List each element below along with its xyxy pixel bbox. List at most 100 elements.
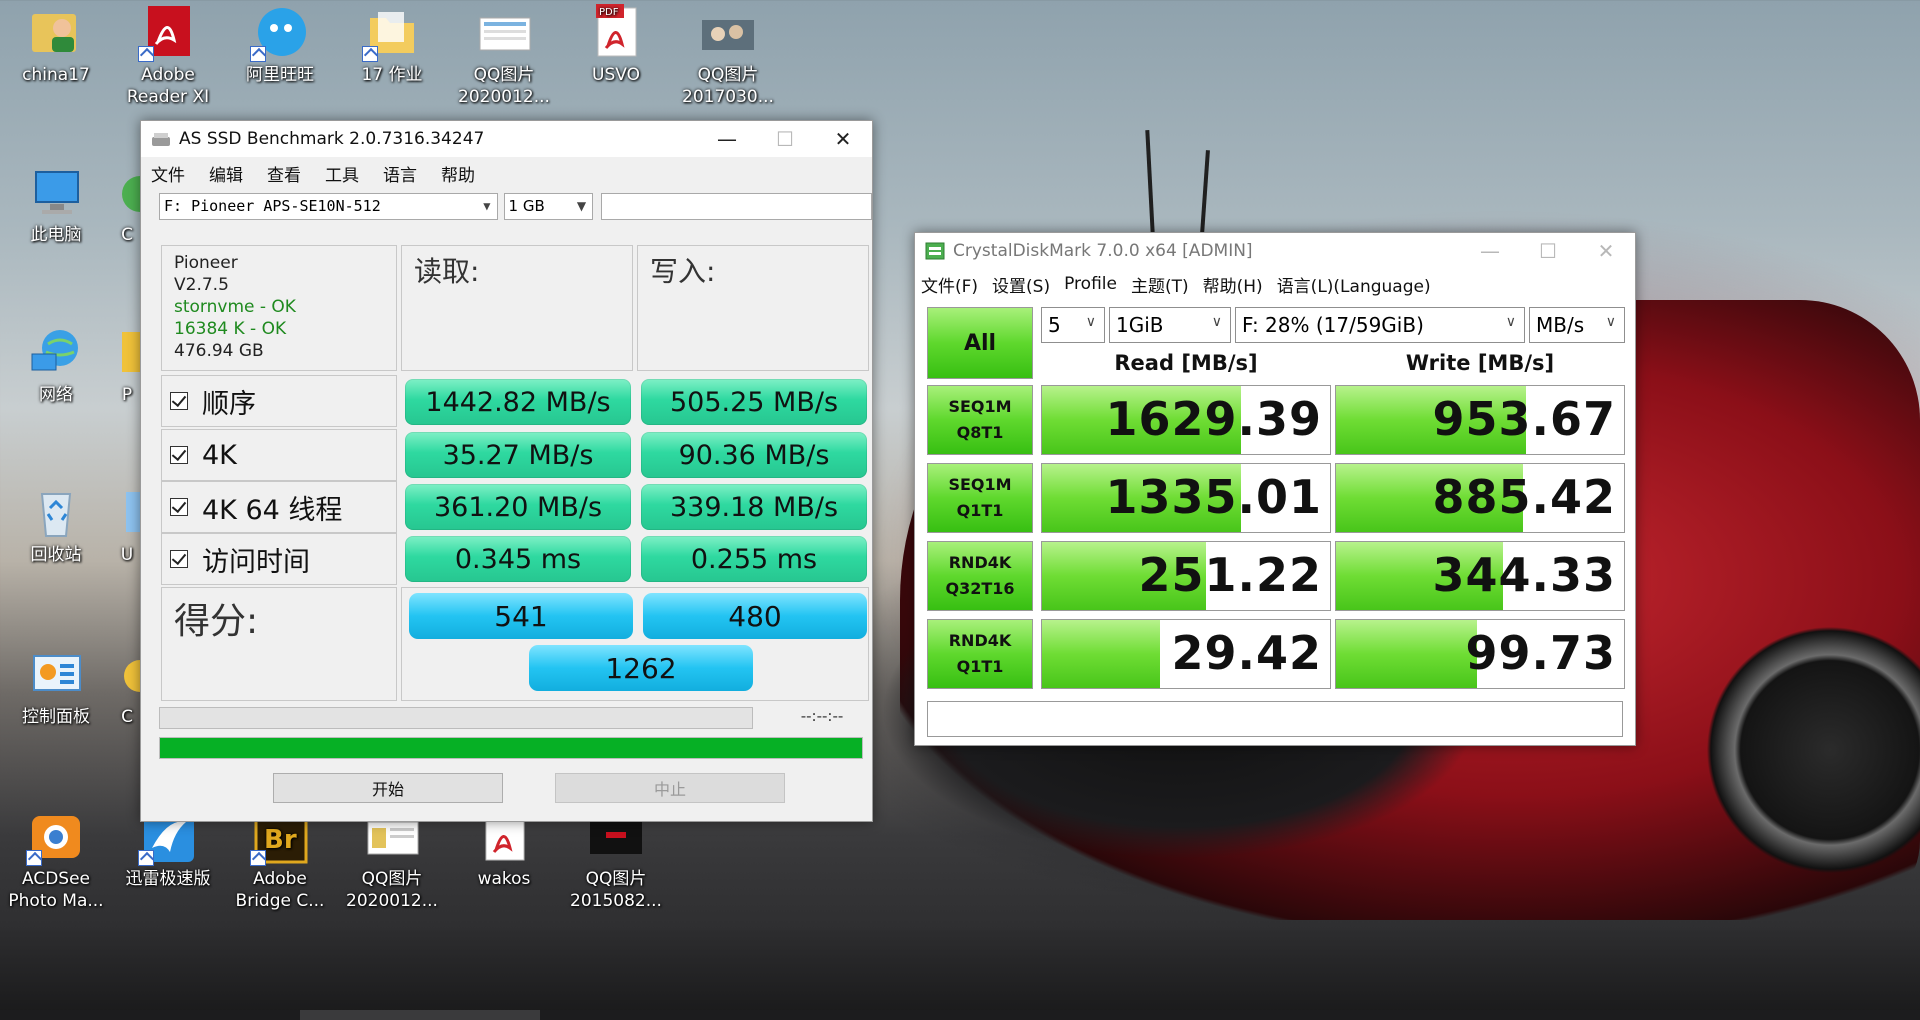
desktop-icon-adobe-reader[interactable]: Adobe Reader XI xyxy=(120,4,216,108)
close-button[interactable]: ✕ xyxy=(814,121,872,157)
write-score: 480 xyxy=(643,593,867,639)
wallpaper-road xyxy=(0,930,1920,1020)
desktop-icon-control-panel[interactable]: 控制面板 xyxy=(8,646,104,728)
menu-theme[interactable]: 主题(T) xyxy=(1131,272,1189,297)
read-column-header: Read [MB/s] xyxy=(1114,351,1258,375)
start-button[interactable]: 开始 xyxy=(273,773,503,803)
write-result-cell: 344.33 xyxy=(1335,541,1625,611)
desktop-icon-this-pc[interactable]: 此电脑 xyxy=(8,164,104,246)
all-button[interactable]: All xyxy=(927,307,1033,379)
menu-settings[interactable]: 设置(S) xyxy=(992,272,1050,297)
read-result-value: 251.22 xyxy=(1138,548,1322,602)
write-result-value: 344.33 xyxy=(1432,548,1616,602)
maximize-button[interactable]: ☐ xyxy=(1519,233,1577,269)
desktop-icon-aliwangwang[interactable]: 阿里旺旺 xyxy=(232,4,328,86)
read-score: 541 xyxy=(409,593,633,639)
unit-select[interactable]: MB/s ∨ xyxy=(1529,307,1625,343)
desktop-icon-adobe-bridge[interactable]: Br Adobe Bridge C... xyxy=(232,808,328,912)
menu-view[interactable]: 查看 xyxy=(267,161,301,186)
test-label-line2: Q1T1 xyxy=(956,657,1004,676)
close-button[interactable]: ✕ xyxy=(1577,233,1635,269)
checkbox-checked-icon[interactable] xyxy=(170,392,188,410)
desktop-icon-partial[interactable]: C xyxy=(112,646,142,728)
recycle-bin-icon xyxy=(28,484,84,540)
write-result-bar xyxy=(1336,620,1478,688)
chevron-down-icon: ▼ xyxy=(576,198,587,213)
test-button-2[interactable]: RND4K Q32T16 xyxy=(927,541,1033,611)
desktop-icon-usvo[interactable]: PDF USVO xyxy=(568,4,664,86)
4k-write-value: 90.36 MB/s xyxy=(641,432,867,478)
minimize-button[interactable]: — xyxy=(698,121,756,157)
menu-profile[interactable]: Profile xyxy=(1064,274,1117,294)
4k64-write-value: 339.18 MB/s xyxy=(641,484,867,530)
desktop-icon-network[interactable]: 网络 xyxy=(8,324,104,406)
row-seq[interactable]: 顺序 xyxy=(161,375,397,427)
maximize-button[interactable]: ☐ xyxy=(756,121,814,157)
write-result-cell: 99.73 xyxy=(1335,619,1625,689)
access-read-value: 0.345 ms xyxy=(405,536,631,582)
test-label-line1: RND4K xyxy=(948,631,1012,650)
taskbar xyxy=(0,1010,1920,1020)
menu-help[interactable]: 帮助 xyxy=(441,161,475,186)
read-result-value: 1629.39 xyxy=(1105,392,1322,446)
desktop-icon-qq-image-3[interactable]: QQ图片 2020012... xyxy=(344,808,440,912)
test-label-line1: RND4K xyxy=(948,553,1012,572)
comment-field[interactable] xyxy=(927,701,1623,737)
test-label-line2: Q8T1 xyxy=(956,423,1004,442)
seq-read-value: 1442.82 MB/s xyxy=(405,379,631,425)
menu-language[interactable]: 语言(L)(Language) xyxy=(1277,272,1431,297)
as-ssd-titlebar[interactable]: AS SSD Benchmark 2.0.7316.34247 — ☐ ✕ xyxy=(141,121,872,157)
desktop-icon-partial[interactable]: C xyxy=(112,164,142,246)
user-folder-icon xyxy=(28,4,84,60)
drive-select[interactable]: F: Pioneer APS-SE10N-512 ▼ xyxy=(159,192,498,220)
comment-field[interactable] xyxy=(601,192,872,220)
checkbox-checked-icon[interactable] xyxy=(170,550,188,568)
checkbox-checked-icon[interactable] xyxy=(170,498,188,516)
checkbox-checked-icon[interactable] xyxy=(170,446,188,464)
as-ssd-title: AS SSD Benchmark 2.0.7316.34247 xyxy=(179,129,485,149)
test-button-3[interactable]: RND4K Q1T1 xyxy=(927,619,1033,689)
image-thumbnail-icon xyxy=(476,4,532,60)
row-access-time[interactable]: 访问时间 xyxy=(161,533,397,585)
desktop-icon-qq-image-4[interactable]: QQ图片 2015082... xyxy=(568,808,664,912)
count-select[interactable]: 5 ∨ xyxy=(1041,307,1105,343)
row-4k[interactable]: 4K xyxy=(161,429,397,481)
desktop-icon-qq-image-2[interactable]: QQ图片 2017030... xyxy=(680,4,776,108)
menu-tools[interactable]: 工具 xyxy=(325,161,359,186)
photo-thumbnail-icon xyxy=(700,4,756,60)
row-4k64[interactable]: 4K 64 线程 xyxy=(161,481,397,533)
desktop-icon-17-homework[interactable]: 17 作业 xyxy=(344,4,440,86)
menu-help[interactable]: 帮助(H) xyxy=(1203,272,1263,297)
device-name: Pioneer xyxy=(174,253,238,273)
cdm-titlebar[interactable]: CrystalDiskMark 7.0.0 x64 [ADMIN] — ☐ ✕ xyxy=(915,233,1635,269)
desktop-icon-recycle-bin[interactable]: 回收站 xyxy=(8,484,104,566)
menu-file[interactable]: 文件 xyxy=(151,161,185,186)
computer-icon xyxy=(28,164,84,220)
drive-select[interactable]: F: 28% (17/59GiB) ∨ xyxy=(1235,307,1525,343)
test-label-line2: Q1T1 xyxy=(956,501,1004,520)
taskbar-active-item[interactable] xyxy=(300,1010,540,1020)
as-ssd-selectors: F: Pioneer APS-SE10N-512 ▼ 1 GB ▼ xyxy=(141,189,872,223)
desktop-icon-partial[interactable]: P xyxy=(112,324,142,406)
pdf-file-icon: PDF xyxy=(588,4,644,60)
menu-edit[interactable]: 编辑 xyxy=(209,161,243,186)
size-select[interactable]: 1 GB ▼ xyxy=(503,192,594,220)
desktop-icon-partial[interactable]: U xyxy=(112,484,142,566)
minimize-button[interactable]: — xyxy=(1461,233,1519,269)
desktop-icon-qq-image-1[interactable]: QQ图片 2020012... xyxy=(456,4,552,108)
size-select[interactable]: 1GiB ∨ xyxy=(1109,307,1231,343)
menu-language[interactable]: 语言 xyxy=(383,161,417,186)
test-button-0[interactable]: SEQ1M Q8T1 xyxy=(927,385,1033,455)
read-result-cell: 1335.01 xyxy=(1041,463,1331,533)
total-score: 1262 xyxy=(529,645,753,691)
test-label-line1: SEQ1M xyxy=(948,397,1012,416)
camera-app-icon xyxy=(26,808,84,866)
read-header: 读取: xyxy=(401,245,633,371)
desktop-icon-acdsee[interactable]: ACDSee Photo Ma... xyxy=(8,808,104,912)
crystaldiskmark-window: CrystalDiskMark 7.0.0 x64 [ADMIN] — ☐ ✕ … xyxy=(914,232,1636,746)
menu-file[interactable]: 文件(F) xyxy=(921,272,978,297)
desktop-icon-china17[interactable]: china17 xyxy=(8,4,104,86)
pdf-icon xyxy=(138,4,196,62)
test-button-1[interactable]: SEQ1M Q1T1 xyxy=(927,463,1033,533)
stop-button[interactable]: 中止 xyxy=(555,773,785,803)
